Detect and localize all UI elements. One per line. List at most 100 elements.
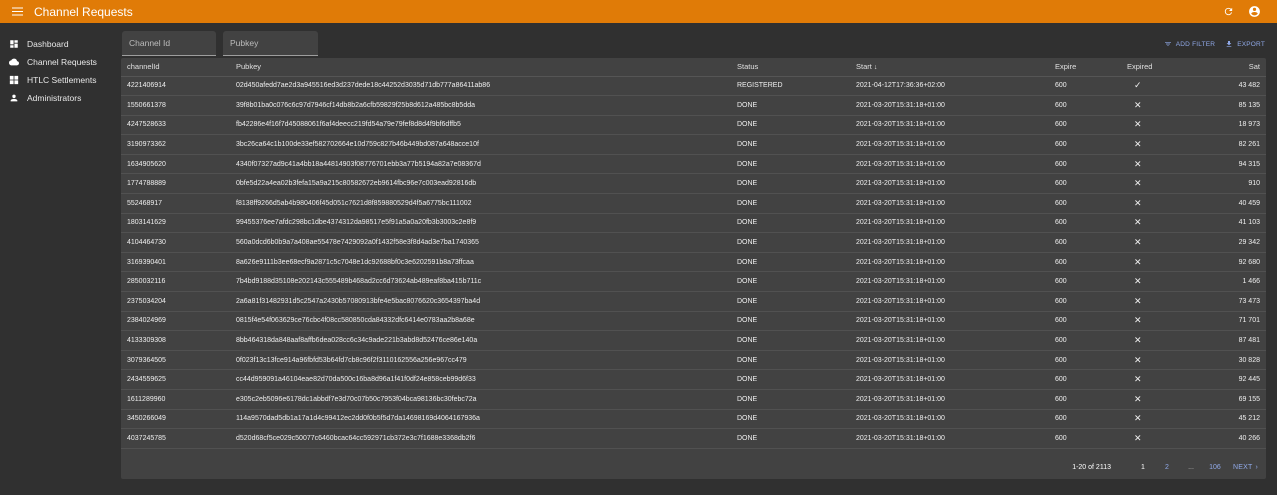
cell-expired: ✓ (1121, 76, 1211, 97)
cell-status: DONE (731, 330, 850, 351)
cell-start: 2021-03-20T15:31:18+01:00 (850, 271, 1049, 293)
column-header-status[interactable]: Status (731, 58, 850, 77)
cell-pubkey: 560a0dcd6b0b9a7a408ae55478e7429092a0f143… (230, 232, 731, 253)
cell-expired: ✕ (1121, 193, 1211, 214)
cell-start: 2021-03-20T15:31:18+01:00 (850, 193, 1049, 214)
table-row[interactable]: 3190973362 3bc26ca64c1b100de33ef582702664… (121, 134, 1266, 155)
table-row[interactable]: 3079364505 0f023f13c13fce914a96fbfd53b64f… (121, 350, 1266, 371)
cell-expired: ✕ (1121, 369, 1211, 390)
cell-expired: ✕ (1121, 291, 1211, 312)
channel-id-input[interactable] (122, 31, 216, 55)
sidebar-item-administrators[interactable]: Administrators (0, 89, 116, 107)
cell-pubkey: d520d68cf5ce029c50077c6460bcac64cc592971… (230, 428, 731, 449)
page-button-1[interactable]: 1 (1131, 464, 1155, 471)
cell-channel-id: 4104464730 (121, 232, 230, 253)
sidebar-item-label: HTLC Settlements (27, 75, 97, 85)
cell-status: DONE (731, 369, 850, 390)
person-icon (9, 93, 19, 103)
cell-expired: ✕ (1121, 232, 1211, 253)
next-page-button[interactable]: NEXT › (1233, 464, 1258, 471)
sidebar: Dashboard Channel Requests HTLC Settleme… (0, 23, 116, 495)
page-button-2[interactable]: 2 (1155, 464, 1179, 471)
column-header-expire[interactable]: Expire (1049, 58, 1121, 77)
account-button[interactable] (1247, 5, 1261, 19)
cell-status: DONE (731, 213, 850, 234)
table-row[interactable]: 2434559625 cc44d959091a46104eae82d70da500… (121, 369, 1266, 390)
column-header-expired[interactable]: Expired (1121, 58, 1211, 77)
cell-sat: 910 (1211, 173, 1266, 195)
sidebar-item-dashboard[interactable]: Dashboard (0, 35, 116, 53)
refresh-button[interactable] (1221, 5, 1235, 19)
cell-status: DONE (731, 173, 850, 195)
cell-status: DONE (731, 291, 850, 312)
table-row[interactable]: 552468917 f8138ff9266d5ab4b980406f45d051c… (121, 193, 1266, 214)
cell-start: 2021-03-20T15:31:18+01:00 (850, 291, 1049, 312)
cell-start: 2021-03-20T15:31:18+01:00 (850, 428, 1049, 449)
cell-expire: 600 (1049, 232, 1121, 253)
table-row[interactable]: 4133309308 8bb464318da848aaf8affb6dea028c… (121, 330, 1266, 351)
table-row[interactable]: 2850032116 7b4bd9188d35108e202143c555489b… (121, 271, 1266, 293)
column-header-pubkey[interactable]: Pubkey (230, 58, 731, 77)
cell-expire: 600 (1049, 173, 1121, 195)
cell-expire: 600 (1049, 330, 1121, 351)
menu-button[interactable] (0, 0, 34, 23)
table-row[interactable]: 1774788889 0bfe5d22a4ea02b3fefa15a9a215c8… (121, 173, 1266, 195)
cell-sat: 87 481 (1211, 330, 1266, 351)
cell-pubkey: 7b4bd9188d35108e202143c555489b468ad2cc6d… (230, 271, 731, 293)
channel-id-filter (122, 31, 216, 56)
cell-expire: 600 (1049, 154, 1121, 175)
cell-status: DONE (731, 134, 850, 155)
cell-start: 2021-03-20T15:31:18+01:00 (850, 330, 1049, 351)
table-row[interactable]: 2384024969 0815f4e54f063629ce76cbc4f08cc5… (121, 311, 1266, 332)
cell-status: DONE (731, 428, 850, 449)
table-row[interactable]: 3169390401 8a626e9111b3ee68ecf9a2871c5c70… (121, 252, 1266, 273)
column-header-start[interactable]: Start ↓ (850, 58, 1049, 77)
cell-start: 2021-03-20T15:31:18+01:00 (850, 213, 1049, 234)
sidebar-item-htlc-settlements[interactable]: HTLC Settlements (0, 71, 116, 89)
cell-sat: 41 103 (1211, 213, 1266, 234)
cell-sat: 18 973 (1211, 115, 1266, 136)
cell-status: DONE (731, 232, 850, 253)
table-row[interactable]: 1634905620 4340f07327ad9c41a4bb18a4481490… (121, 154, 1266, 175)
table-row[interactable]: 4247528633 fb42286e4f16f7d45088061f6af4de… (121, 115, 1266, 136)
table-row[interactable]: 4037245785 d520d68cf5ce029c50077c6460bcac… (121, 428, 1266, 449)
pubkey-input[interactable] (223, 31, 318, 55)
table-row[interactable]: 4104464730 560a0dcd6b0b9a7a408ae55478e742… (121, 232, 1266, 253)
cell-expire: 600 (1049, 193, 1121, 214)
sidebar-item-label: Dashboard (27, 39, 69, 49)
cell-expired: ✕ (1121, 389, 1211, 410)
cell-pubkey: 0bfe5d22a4ea02b3fefa15a9a215c80582672eb9… (230, 173, 731, 195)
cell-status: DONE (731, 193, 850, 214)
cell-expired: ✕ (1121, 173, 1211, 195)
table-row[interactable]: 2375034204 2a6a81f31482931d5c2547a2430b57… (121, 291, 1266, 312)
cell-channel-id: 4221406914 (121, 76, 230, 97)
cloud-icon (9, 57, 19, 67)
table-row[interactable]: 1803141629 99455376ee7afdc298bc1dbe437431… (121, 213, 1266, 234)
table-row[interactable]: 4221406914 02d450afedd7ae2d3a945516ed3d23… (121, 76, 1266, 97)
column-header-start-label: Start (856, 62, 872, 72)
cell-expire: 600 (1049, 350, 1121, 371)
table-row[interactable]: 1611289960 e305c2eb5096e6178dc1abbdf7e3d7… (121, 389, 1266, 410)
cell-sat: 29 342 (1211, 232, 1266, 253)
cell-expire: 600 (1049, 311, 1121, 332)
table-row[interactable]: 3450266049 114a9570dad5db1a17a1d4c99412ec… (121, 409, 1266, 430)
cell-start: 2021-03-20T15:31:18+01:00 (850, 389, 1049, 410)
sidebar-item-channel-requests[interactable]: Channel Requests (0, 53, 116, 71)
cell-status: DONE (731, 95, 850, 116)
cell-sat: 45 212 (1211, 409, 1266, 430)
column-header-channel-id[interactable]: channelId (121, 58, 230, 77)
cell-sat: 40 459 (1211, 193, 1266, 214)
cell-sat: 1 466 (1211, 271, 1266, 293)
export-button[interactable]: EXPORT (1225, 40, 1265, 48)
cell-channel-id: 2375034204 (121, 291, 230, 312)
cell-expire: 600 (1049, 428, 1121, 449)
add-filter-button[interactable]: ADD FILTER (1164, 40, 1215, 48)
cell-expire: 600 (1049, 95, 1121, 116)
pagination-range: 1-20 of 2113 (1072, 464, 1111, 471)
table-row[interactable]: 1550661378 39f8b01ba0c076c6c97d7946cf14db… (121, 95, 1266, 116)
page-button-last[interactable]: 106 (1203, 464, 1227, 471)
cell-pubkey: 114a9570dad5db1a17a1d4c99412ec2dd0f0b5f5… (230, 409, 731, 430)
column-header-sat[interactable]: Sat (1211, 58, 1266, 77)
cell-pubkey: fb42286e4f16f7d45088061f6af4deecc219fd54… (230, 115, 731, 136)
cell-expired: ✕ (1121, 213, 1211, 234)
